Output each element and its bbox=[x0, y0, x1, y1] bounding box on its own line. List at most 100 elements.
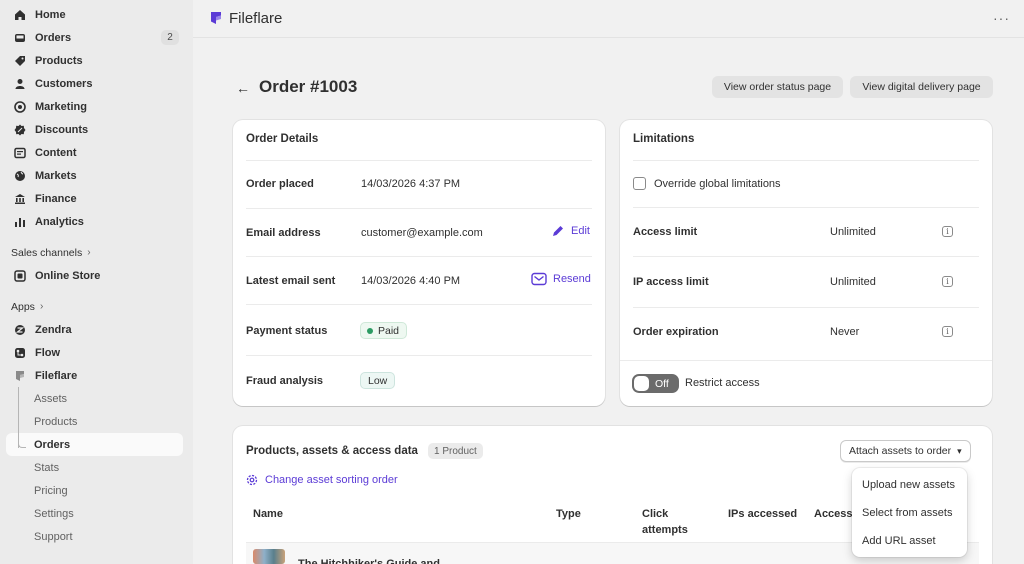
inbox-icon bbox=[13, 31, 26, 44]
subnav-pricing[interactable]: Pricing bbox=[0, 479, 193, 502]
subnav-tree-hook bbox=[18, 440, 26, 448]
nav-products-label: Products bbox=[35, 54, 83, 67]
sales-channels-heading[interactable]: Sales channels › bbox=[0, 241, 193, 264]
column-header-access[interactable]: Access bbox=[814, 506, 853, 522]
nav-orders-label: Orders bbox=[35, 31, 72, 44]
edit-label: Edit bbox=[571, 225, 590, 237]
change-sorting-link[interactable]: Change asset sorting order bbox=[245, 473, 398, 487]
divider bbox=[246, 160, 592, 161]
attach-assets-button[interactable]: Attach assets to order ▾ bbox=[840, 440, 971, 462]
app-title: Fileflare bbox=[229, 9, 283, 27]
bank-icon bbox=[13, 192, 26, 205]
nav-app-fileflare[interactable]: Fileflare bbox=[0, 364, 193, 387]
divider bbox=[633, 160, 979, 161]
column-header-click-attempts[interactable]: Click attempts bbox=[642, 506, 702, 538]
restrict-access-label: Restrict access bbox=[685, 377, 760, 389]
divider bbox=[246, 355, 592, 356]
assets-title: Products, assets & access data bbox=[246, 445, 418, 457]
divider bbox=[633, 307, 979, 308]
zendra-app-icon bbox=[13, 323, 26, 336]
divider bbox=[246, 208, 592, 209]
nav-analytics-label: Analytics bbox=[35, 215, 84, 228]
latest-email-value: 14/03/2026 4:40 PM bbox=[361, 275, 461, 287]
nav-marketing[interactable]: Marketing bbox=[0, 95, 193, 118]
app-topbar: Fileflare ··· bbox=[193, 0, 1024, 36]
payment-status-value: Paid bbox=[378, 324, 400, 337]
subnav-products[interactable]: Products bbox=[0, 410, 193, 433]
divider bbox=[633, 207, 979, 208]
column-header-name[interactable]: Name bbox=[253, 506, 283, 522]
divider bbox=[246, 304, 592, 305]
view-order-status-button[interactable]: View order status page bbox=[712, 76, 843, 98]
attach-assets-menu: Upload new assets Select from assets Add… bbox=[852, 468, 967, 557]
order-details-title: Order Details bbox=[246, 133, 319, 145]
subnav-stats[interactable]: Stats bbox=[0, 456, 193, 479]
envelope-icon bbox=[531, 272, 547, 286]
nav-analytics[interactable]: Analytics bbox=[0, 210, 193, 233]
pencil-icon bbox=[553, 226, 563, 236]
access-limit-value: Unlimited bbox=[830, 226, 876, 238]
fileflare-app-icon bbox=[13, 369, 26, 382]
edit-email-link[interactable]: Edit bbox=[551, 224, 590, 238]
column-header-type[interactable]: Type bbox=[556, 506, 581, 522]
subnav-orders[interactable]: Orders bbox=[6, 433, 183, 456]
subnav-assets[interactable]: Assets bbox=[0, 387, 193, 410]
menu-item-upload-new-assets[interactable]: Upload new assets bbox=[862, 479, 955, 491]
ip-access-limit-value: Unlimited bbox=[830, 276, 876, 288]
chevron-right-icon: › bbox=[87, 247, 91, 258]
nav-home-label: Home bbox=[35, 8, 66, 21]
globe-icon bbox=[13, 169, 26, 182]
nav-markets-label: Markets bbox=[35, 169, 77, 182]
subnav-support[interactable]: Support bbox=[0, 525, 193, 548]
nav-app-flow-label: Flow bbox=[35, 346, 61, 359]
order-placed-label: Order placed bbox=[246, 178, 314, 190]
storefront-icon bbox=[13, 269, 26, 282]
menu-item-add-url-asset[interactable]: Add URL asset bbox=[862, 535, 936, 547]
nav-marketing-label: Marketing bbox=[35, 100, 87, 113]
info-icon[interactable]: i bbox=[942, 326, 953, 337]
apps-heading[interactable]: Apps › bbox=[0, 295, 193, 318]
subnav-settings[interactable]: Settings bbox=[0, 502, 193, 525]
nav-app-zendra[interactable]: Zendra bbox=[0, 318, 193, 341]
divider bbox=[620, 360, 992, 361]
nav-content[interactable]: Content bbox=[0, 141, 193, 164]
email-label: Email address bbox=[246, 227, 321, 239]
divider bbox=[246, 256, 592, 257]
menu-item-select-from-assets[interactable]: Select from assets bbox=[862, 507, 952, 519]
info-icon[interactable]: i bbox=[942, 226, 953, 237]
fraud-analysis-label: Fraud analysis bbox=[246, 375, 324, 387]
column-header-ips-accessed[interactable]: IPs accessed bbox=[728, 506, 797, 522]
nav-home[interactable]: Home bbox=[0, 3, 193, 26]
tag-icon bbox=[13, 54, 26, 67]
nav-customers[interactable]: Customers bbox=[0, 72, 193, 95]
fileflare-logo-icon bbox=[211, 12, 221, 24]
change-sorting-label: Change asset sorting order bbox=[265, 474, 398, 486]
nav-customers-label: Customers bbox=[35, 77, 93, 90]
attach-assets-label: Attach assets to order bbox=[849, 445, 952, 457]
nav-discounts[interactable]: Discounts bbox=[0, 118, 193, 141]
override-limitations-checkbox[interactable] bbox=[633, 177, 646, 190]
nav-markets[interactable]: Markets bbox=[0, 164, 193, 187]
subnav-tree-line bbox=[18, 387, 19, 448]
email-value: customer@example.com bbox=[361, 227, 483, 239]
info-icon[interactable]: i bbox=[942, 276, 953, 287]
fraud-analysis-badge: Low bbox=[360, 372, 396, 389]
nav-online-store[interactable]: Online Store bbox=[0, 264, 193, 287]
back-arrow-icon[interactable]: ← bbox=[236, 80, 250, 96]
orders-count-badge: 2 bbox=[161, 30, 179, 45]
nav-app-flow[interactable]: Flow bbox=[0, 341, 193, 364]
restrict-access-toggle[interactable]: Off bbox=[632, 374, 679, 393]
nav-online-store-label: Online Store bbox=[35, 269, 101, 282]
nav-products[interactable]: Products bbox=[0, 49, 193, 72]
nav-finance[interactable]: Finance bbox=[0, 187, 193, 210]
nav-content-label: Content bbox=[35, 146, 77, 159]
discount-icon bbox=[13, 123, 26, 136]
order-details-card: Order Details Order placed 14/03/2026 4:… bbox=[233, 120, 605, 406]
payment-status-label: Payment status bbox=[246, 325, 328, 337]
nav-orders[interactable]: Orders 2 bbox=[0, 26, 193, 49]
nav-discounts-label: Discounts bbox=[35, 123, 89, 136]
resend-email-link[interactable]: Resend bbox=[531, 272, 591, 286]
content-icon bbox=[13, 146, 26, 159]
view-digital-delivery-button[interactable]: View digital delivery page bbox=[850, 76, 993, 98]
more-actions-icon[interactable]: ··· bbox=[993, 10, 1010, 26]
